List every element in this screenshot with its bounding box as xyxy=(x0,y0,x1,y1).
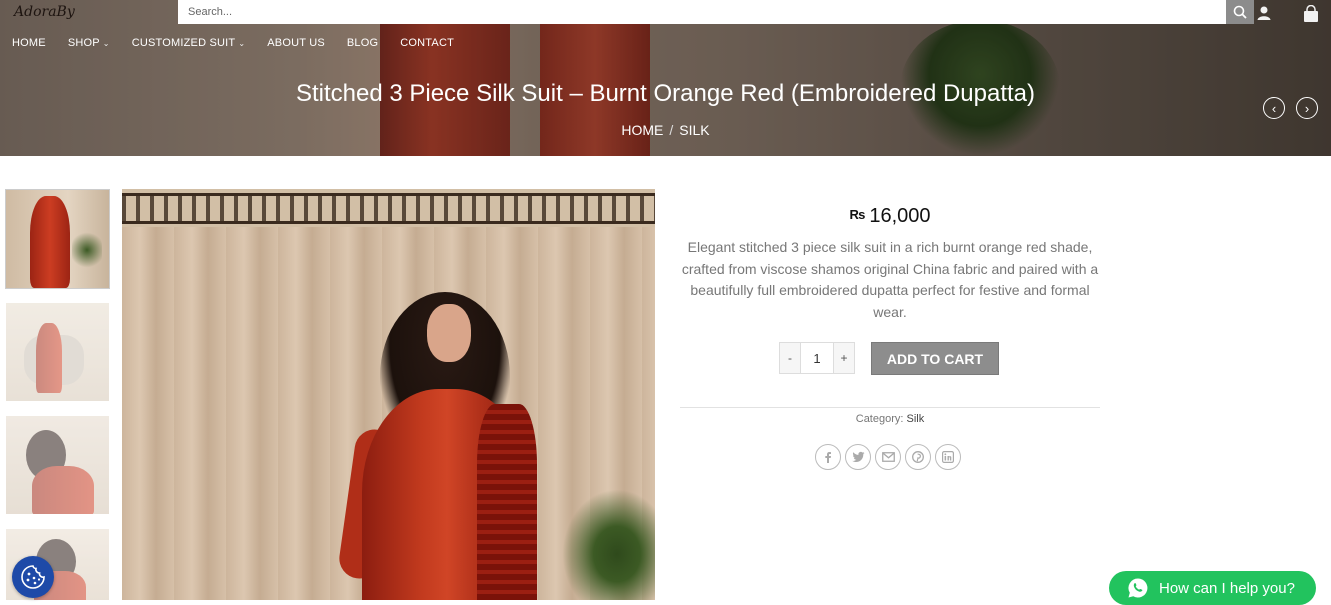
search-input[interactable] xyxy=(178,0,1226,24)
currency-symbol: ₨ xyxy=(849,207,866,222)
share-linkedin-button[interactable] xyxy=(935,444,961,470)
chevron-down-icon: ⌄ xyxy=(102,38,110,48)
product-main-image[interactable] xyxy=(122,189,655,600)
breadcrumb: HOME / SILK xyxy=(0,122,1331,138)
share-twitter-button[interactable] xyxy=(845,444,871,470)
quantity-stepper: - 1 + xyxy=(779,342,855,374)
category-label: Category: xyxy=(855,413,904,425)
search-button[interactable] xyxy=(1226,0,1254,24)
linkedin-icon xyxy=(942,451,954,463)
email-icon xyxy=(881,452,895,462)
nav-item-customized-suit[interactable]: CUSTOMIZED SUIT ⌄ xyxy=(132,37,246,49)
category-link[interactable]: Silk xyxy=(907,413,925,425)
divider xyxy=(680,407,1100,408)
cookie-icon xyxy=(21,565,45,589)
cookie-settings-button[interactable] xyxy=(12,556,54,598)
nav-item-contact[interactable]: CONTACT xyxy=(400,37,454,49)
pinterest-icon xyxy=(912,451,924,463)
facebook-icon xyxy=(825,452,831,463)
nav-item-home[interactable]: HOME xyxy=(12,37,46,49)
twitter-icon xyxy=(851,451,864,463)
product-category: Category: Silk xyxy=(680,413,1100,425)
previous-product-button[interactable]: ‹ xyxy=(1263,97,1285,119)
whatsapp-icon xyxy=(1128,578,1148,598)
breadcrumb-home[interactable]: HOME xyxy=(621,122,663,138)
whatsapp-label: How can I help you? xyxy=(1159,579,1295,597)
product-thumbnail-2[interactable] xyxy=(6,303,109,401)
nav-item-blog[interactable]: BLOG xyxy=(347,37,378,49)
product-thumbnail-1[interactable] xyxy=(6,190,109,288)
product-description: Elegant stitched 3 piece silk suit in a … xyxy=(681,239,1099,321)
next-product-button[interactable]: › xyxy=(1296,97,1318,119)
nav-item-about-us[interactable]: ABOUT US xyxy=(267,37,325,49)
page-title: Stitched 3 Piece Silk Suit – Burnt Orang… xyxy=(295,80,1036,107)
price-value: 16,000 xyxy=(869,205,931,227)
shopping-bag-icon[interactable] xyxy=(1302,5,1320,23)
product-thumbnail-3[interactable] xyxy=(6,416,109,514)
share-facebook-button[interactable] xyxy=(815,444,841,470)
chevron-right-icon: › xyxy=(1304,100,1310,116)
site-logo[interactable]: AdoraBy xyxy=(14,0,75,24)
add-to-cart-button[interactable]: ADD TO CART xyxy=(871,342,999,375)
share-pinterest-button[interactable] xyxy=(905,444,931,470)
chevron-left-icon: ‹ xyxy=(1271,100,1277,116)
share-buttons xyxy=(815,444,961,470)
quantity-input[interactable]: 1 xyxy=(800,343,834,373)
breadcrumb-separator: / xyxy=(669,122,674,138)
main-nav: HOME SHOP ⌄ CUSTOMIZED SUIT ⌄ ABOUT US BLO… xyxy=(12,37,476,49)
quantity-plus-button[interactable]: + xyxy=(834,343,854,373)
search-icon xyxy=(1233,5,1247,19)
user-icon[interactable] xyxy=(1256,5,1272,21)
chevron-down-icon: ⌄ xyxy=(238,38,246,48)
share-email-button[interactable] xyxy=(875,444,901,470)
product-price: ₨ 16,000 xyxy=(680,205,1100,228)
quantity-minus-button[interactable]: - xyxy=(780,343,800,373)
nav-item-shop[interactable]: SHOP ⌄ xyxy=(68,37,110,49)
breadcrumb-silk[interactable]: SILK xyxy=(679,122,709,138)
